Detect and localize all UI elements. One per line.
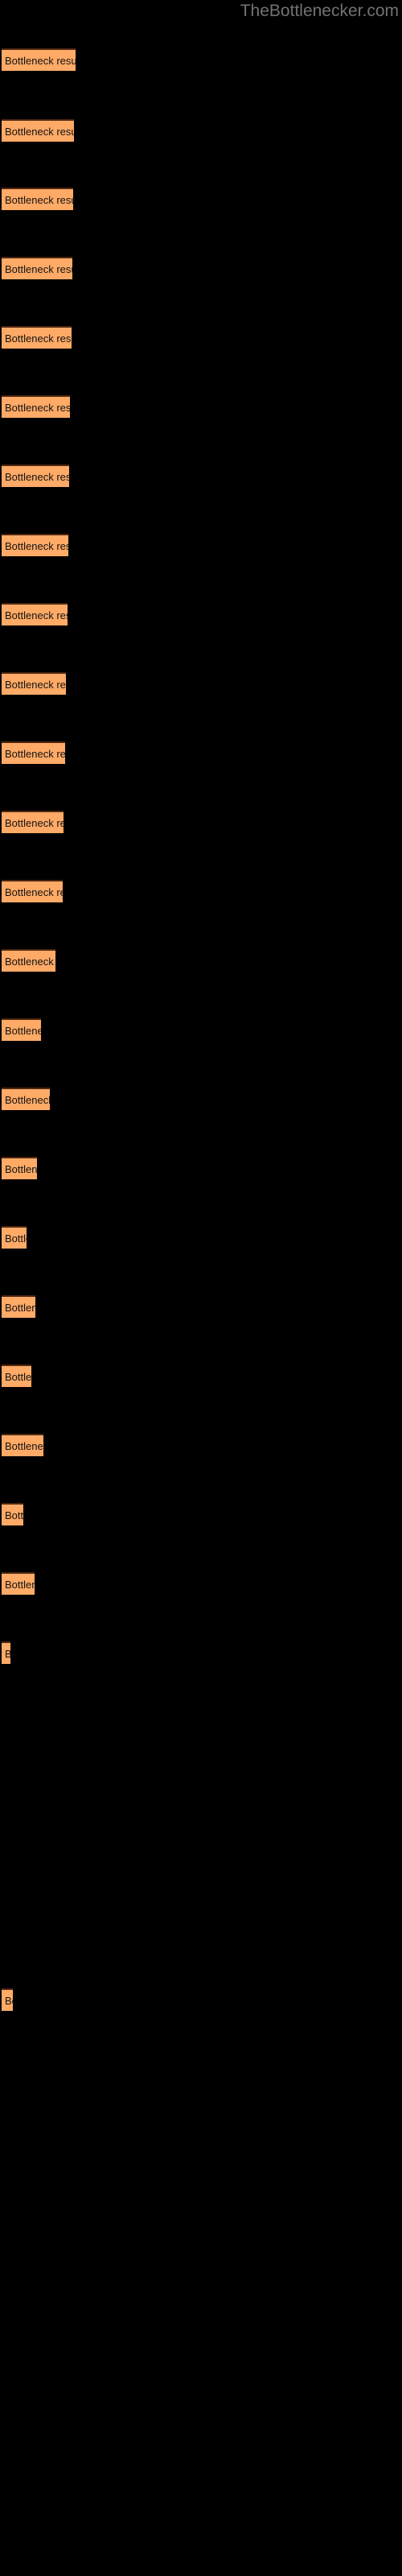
bar[interactable]: Bottleneck result <box>2 880 63 902</box>
bar-label: Bottleneck result <box>5 55 76 67</box>
bar[interactable]: Bottleneck result <box>2 464 69 487</box>
bar-label: Bottleneck result <box>5 956 55 968</box>
bar-label: Bottleneck result <box>5 126 74 138</box>
bar-label: Bottleneck result <box>5 609 68 621</box>
bar[interactable]: Bottleneck result <box>2 326 72 349</box>
bar[interactable]: Bottleneck result <box>2 1572 35 1595</box>
bar[interactable]: Bottleneck result <box>2 1988 13 2011</box>
bar-label: Bottleneck result <box>5 1579 35 1591</box>
bar[interactable]: Bottleneck result <box>2 1364 31 1387</box>
bar-label: Bottleneck result <box>5 540 68 552</box>
bar-label: Bottleneck result <box>5 1302 35 1314</box>
bar-label: Bottleneck result <box>5 1440 43 1452</box>
bar[interactable]: Bottleneck result <box>2 949 55 972</box>
bar[interactable]: Bottleneck result <box>2 1295 35 1318</box>
bar[interactable]: Bottleneck result <box>2 119 74 142</box>
bar[interactable]: Bottleneck result <box>2 1088 50 1110</box>
bar-label: Bottleneck result <box>5 886 63 898</box>
bar-label: Bottleneck result <box>5 1025 41 1037</box>
bar[interactable]: Bottleneck result <box>2 1226 27 1249</box>
bar-label: Bottleneck result <box>5 194 73 206</box>
bar[interactable]: Bottleneck result <box>2 188 73 210</box>
bar-label: Bottleneck result <box>5 1995 13 2007</box>
bar-label: Bottleneck result <box>5 1094 50 1106</box>
bar-label: Bottleneck result <box>5 817 64 829</box>
bar-label: Bottleneck result <box>5 1371 31 1383</box>
bar-label: Bottleneck result <box>5 1232 27 1245</box>
bar-label: Bottleneck result <box>5 332 72 345</box>
bar[interactable]: Bottleneck result <box>2 534 68 556</box>
bar[interactable]: Bottleneck result <box>2 603 68 625</box>
bar-label: Bottleneck result <box>5 1645 10 1663</box>
bar[interactable]: Bottleneck result <box>2 1018 41 1041</box>
bar-label: Bottleneck result <box>5 263 72 275</box>
bar-label: Bottleneck result <box>5 471 69 483</box>
bar[interactable]: Bottleneck result <box>2 395 70 418</box>
bar-label: Bottleneck result <box>5 679 66 691</box>
bottleneck-chart: TheBottlenecker.com Bottleneck result Bot… <box>0 0 402 2576</box>
bar[interactable]: Bottleneck result <box>2 1503 23 1525</box>
bar-label: Bottleneck result <box>5 402 70 414</box>
bar-label: Bottleneck result <box>5 1509 23 1521</box>
bar[interactable]: Bottleneck result <box>2 672 66 695</box>
bar[interactable]: Bottleneck result <box>2 1157 37 1179</box>
bar[interactable]: Bottleneck result <box>2 741 65 764</box>
bar[interactable]: Bottleneck result <box>2 48 76 71</box>
bar[interactable]: Bottleneck result <box>2 1641 10 1664</box>
bar-label: Bottleneck result <box>5 748 65 760</box>
bar[interactable]: Bottleneck result <box>2 257 72 279</box>
bar[interactable]: Bottleneck result <box>2 1434 43 1456</box>
bar-label: Bottleneck result <box>5 1163 37 1175</box>
bar[interactable]: Bottleneck result <box>2 811 64 833</box>
bar-series: Bottleneck result Bottleneck result Bottle… <box>0 0 402 2576</box>
